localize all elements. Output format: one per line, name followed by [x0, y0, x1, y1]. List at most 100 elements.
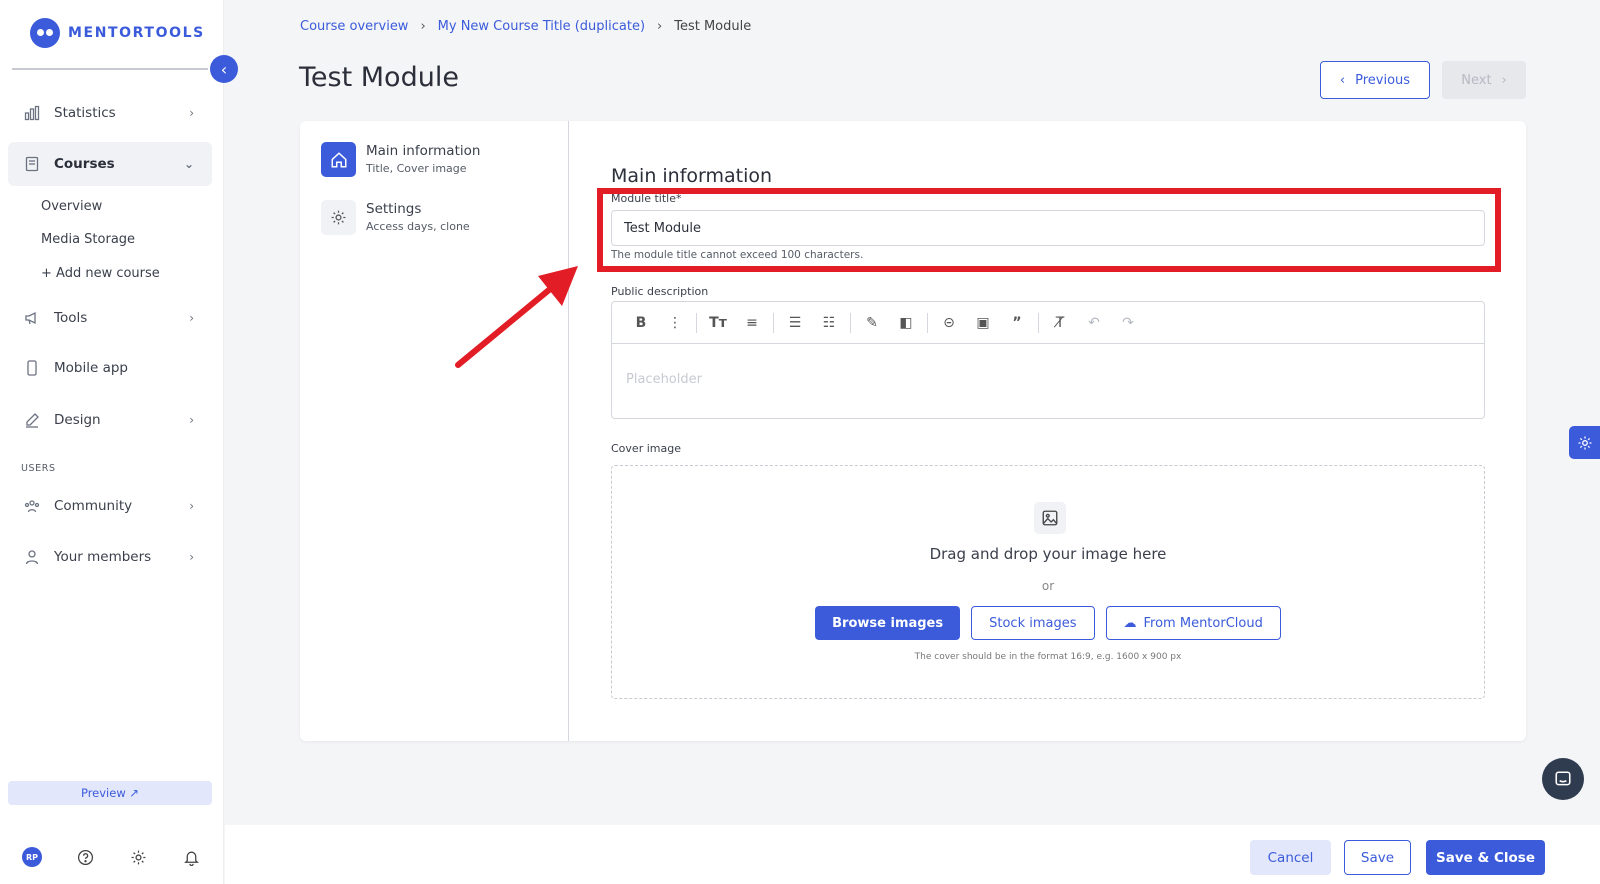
fill-color-icon[interactable]: ◧	[889, 308, 923, 338]
cloud-icon: ☁	[1123, 615, 1137, 631]
user-icon	[22, 547, 42, 567]
sidebar-bottom-bar: RP	[22, 847, 202, 867]
bell-icon[interactable]	[182, 847, 202, 867]
megaphone-icon	[22, 308, 42, 328]
chevron-right-icon: ›	[189, 499, 194, 513]
sidebar-subitem-add-course[interactable]: + Add new course	[41, 266, 160, 281]
dropzone-text: Drag and drop your image here	[929, 545, 1167, 563]
previous-button[interactable]: ‹ Previous	[1320, 61, 1430, 99]
chat-button[interactable]	[1542, 758, 1584, 800]
gear-icon	[1578, 436, 1591, 449]
cancel-button[interactable]: Cancel	[1250, 840, 1331, 875]
logo-text: MENTORTOOLS	[68, 25, 205, 41]
sidebar-item-courses[interactable]: Courses ⌄	[8, 142, 212, 186]
font-size-icon[interactable]: Tт	[701, 308, 735, 338]
sidebar-subitem-media-storage[interactable]: Media Storage	[41, 232, 135, 247]
section-label-users: USERS	[21, 463, 56, 474]
cover-image-label: Cover image	[611, 442, 681, 455]
breadcrumb-link-course-overview[interactable]: Course overview	[300, 19, 408, 34]
sidebar-subitem-overview[interactable]: Overview	[41, 199, 102, 214]
step-main-information[interactable]: Main information Title, Cover image	[321, 142, 480, 177]
chevron-right-icon: ›	[189, 311, 194, 325]
sidebar-item-design[interactable]: Design ›	[8, 398, 212, 442]
sidebar-item-label: Mobile app	[54, 360, 128, 376]
bar-chart-icon	[22, 103, 42, 123]
align-icon[interactable]: ≡	[735, 308, 769, 338]
breadcrumb-link-course[interactable]: My New Course Title (duplicate)	[438, 19, 645, 34]
stock-images-button[interactable]: Stock images	[971, 606, 1095, 640]
sidebar-item-label: Your members	[54, 549, 152, 565]
quote-icon[interactable]: ”	[1000, 308, 1034, 338]
sidebar-item-your-members[interactable]: Your members ›	[8, 535, 212, 579]
settings-float-button[interactable]	[1569, 426, 1600, 459]
toolbar-divider	[850, 312, 851, 333]
breadcrumb-separator-icon: ›	[420, 19, 426, 34]
more-vertical-icon[interactable]: ⋮	[658, 308, 692, 338]
editor-toolbar: B ⋮ Tт ≡ ☰ ☷ ✎ ◧ ⊝ ▣ ” T̸ ↶ ↷	[612, 302, 1484, 344]
sidebar: MENTORTOOLS Statistics › Courses ⌄ Overv…	[0, 0, 224, 884]
mobile-icon	[22, 358, 42, 378]
numbered-list-icon[interactable]: ☷	[812, 308, 846, 338]
gear-icon[interactable]	[129, 847, 149, 867]
home-icon	[321, 142, 356, 177]
save-button[interactable]: Save	[1344, 840, 1411, 875]
pen-icon	[22, 410, 42, 430]
chevron-right-icon: ›	[189, 550, 194, 564]
chevron-down-icon: ⌄	[183, 157, 194, 171]
annotation-highlight-box	[597, 188, 1501, 272]
clear-format-icon[interactable]: T̸	[1043, 308, 1077, 338]
sidebar-item-statistics[interactable]: Statistics ›	[8, 91, 212, 135]
chevron-right-icon: ›	[1501, 72, 1507, 88]
section-title: Main information	[611, 165, 773, 187]
sidebar-item-label: Statistics	[54, 105, 116, 121]
annotation-arrow-icon	[455, 266, 578, 368]
save-close-button[interactable]: Save & Close	[1426, 840, 1545, 875]
chevron-right-icon: ›	[189, 106, 194, 120]
undo-icon[interactable]: ↶	[1077, 308, 1111, 338]
bullet-list-icon[interactable]: ☰	[778, 308, 812, 338]
dropzone-or: or	[1041, 579, 1055, 593]
card-divider	[568, 121, 569, 741]
avatar[interactable]: RP	[22, 847, 42, 867]
community-icon	[22, 496, 42, 516]
redo-icon[interactable]: ↷	[1111, 308, 1145, 338]
sidebar-item-tools[interactable]: Tools ›	[8, 296, 212, 340]
chevron-left-icon: ‹	[1339, 72, 1346, 88]
description-label: Public description	[611, 285, 709, 298]
step-settings[interactable]: Settings Access days, clone	[321, 200, 470, 235]
cover-image-dropzone[interactable]: Drag and drop your image here or Browse …	[611, 465, 1485, 699]
step-title: Main information	[366, 143, 481, 159]
chevron-right-icon: ›	[189, 413, 194, 427]
preview-button[interactable]: Preview ↗	[8, 781, 212, 805]
toolbar-divider	[696, 312, 697, 333]
previous-label: Previous	[1355, 72, 1411, 88]
toolbar-divider	[773, 312, 774, 333]
next-button[interactable]: Next ›	[1442, 61, 1526, 99]
link-icon[interactable]: ⊝	[932, 308, 966, 338]
logo[interactable]: MENTORTOOLS	[30, 18, 205, 48]
description-input[interactable]: Placeholder	[612, 344, 1484, 415]
book-icon	[22, 154, 42, 174]
page-title: Test Module	[299, 62, 459, 93]
breadcrumb-separator-icon: ›	[657, 19, 663, 34]
sidebar-item-mobile-app[interactable]: Mobile app	[8, 346, 212, 390]
mentorcloud-button[interactable]: ☁ From MentorCloud	[1105, 606, 1281, 640]
image-icon[interactable]: ▣	[966, 308, 1000, 338]
help-icon[interactable]	[75, 847, 95, 867]
sidebar-divider	[12, 68, 208, 70]
dropzone-buttons: Browse images Stock images ☁ From Mentor…	[612, 606, 1484, 640]
brush-icon[interactable]: ✎	[855, 308, 889, 338]
chat-icon	[1555, 771, 1571, 786]
sidebar-item-label: Community	[54, 498, 133, 514]
collapse-sidebar-button[interactable]: ‹	[210, 55, 238, 83]
bold-icon[interactable]: B	[624, 308, 658, 338]
cover-format-note: The cover should be in the format 16:9, …	[914, 652, 1182, 662]
browse-images-button[interactable]: Browse images	[815, 606, 961, 640]
description-editor: B ⋮ Tт ≡ ☰ ☷ ✎ ◧ ⊝ ▣ ” T̸ ↶ ↷ Placeholde…	[611, 301, 1485, 419]
breadcrumb: Course overview › My New Course Title (d…	[300, 19, 751, 34]
sidebar-item-community[interactable]: Community ›	[8, 484, 212, 528]
mentorcloud-label: From MentorCloud	[1143, 615, 1263, 631]
step-subtitle: Title, Cover image	[366, 162, 467, 175]
breadcrumb-current: Test Module	[674, 19, 752, 34]
image-icon	[1034, 502, 1066, 534]
